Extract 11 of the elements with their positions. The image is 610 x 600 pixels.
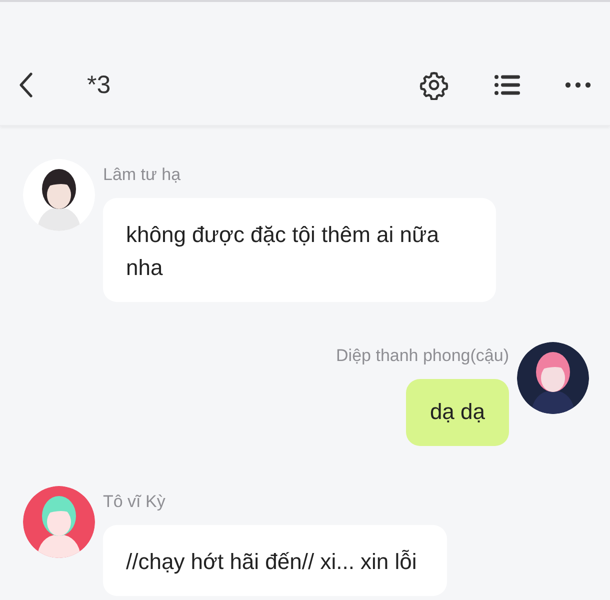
message-bubble: //chạy hớt hãi đến// xi... xin lỗi [103, 525, 447, 596]
more-icon[interactable] [565, 82, 591, 88]
settings-icon[interactable] [419, 70, 449, 100]
list-icon[interactable] [493, 74, 521, 96]
message-bubble: dạ dạ [406, 379, 509, 446]
sender-name: Tô vĩ Kỳ [103, 492, 166, 512]
chat-title: *3 [87, 70, 111, 100]
message-bubble: không được đặc tội thêm ai nữa nha [103, 198, 496, 302]
sender-name: Diệp thanh phong(cậu) [336, 346, 509, 366]
back-icon[interactable] [18, 72, 34, 98]
sender-name: Lâm tư hạ [103, 165, 182, 185]
